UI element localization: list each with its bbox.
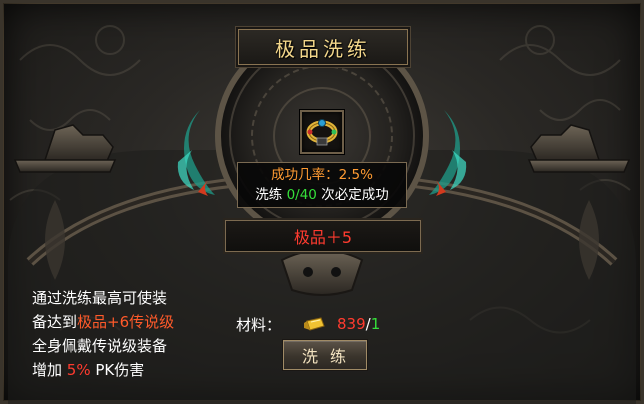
grade-text: 极品＋5 bbox=[293, 228, 353, 247]
wash-button-label: 洗练 bbox=[301, 347, 358, 366]
desc-line-4-prefix: 增加 bbox=[32, 361, 67, 379]
desc-line-2-prefix: 备达到 bbox=[32, 313, 78, 331]
success-rate-label: 成功几率： bbox=[271, 167, 339, 183]
desc-line-3: 全身佩戴传说级装备 bbox=[32, 337, 168, 355]
desc-line-2: 备达到极品+6传说级 bbox=[32, 310, 232, 334]
material-required: 1 bbox=[370, 315, 381, 333]
gold-bar-icon[interactable] bbox=[303, 315, 325, 333]
grade-display: 极品＋5 bbox=[225, 220, 421, 252]
desc-line-1: 通过洗练最高可使装 bbox=[32, 289, 168, 307]
success-rate-value: 2.5% bbox=[338, 167, 373, 183]
window-title: 极品洗练 bbox=[275, 36, 371, 61]
wash-label: 洗练 bbox=[255, 187, 287, 203]
material-cost: 材料： 839/1 bbox=[236, 313, 380, 335]
guarantee-line: 洗练 0/40 次必定成功 bbox=[238, 185, 406, 205]
material-owned: 839 bbox=[337, 315, 366, 333]
gold-bracelet-icon bbox=[306, 119, 338, 146]
wash-progress: 0/40 bbox=[286, 187, 317, 203]
material-label: 材料： bbox=[236, 315, 282, 334]
desc-line-4-suffix: PK伤害 bbox=[90, 361, 145, 379]
title-bar: 极品洗练 bbox=[238, 29, 408, 65]
desc-line-4: 增加 5% PK伤害 bbox=[32, 358, 232, 382]
desc-line-2-highlight: 极品+6传说级 bbox=[77, 313, 175, 331]
equipment-slot[interactable] bbox=[300, 110, 344, 154]
description-text: 通过洗练最高可使装 备达到极品+6传说级 全身佩戴传说级装备 增加 5% PK伤… bbox=[32, 286, 232, 382]
wash-button[interactable]: 洗练 bbox=[283, 340, 367, 370]
wash-suffix: 次必定成功 bbox=[316, 187, 389, 203]
success-rate-tooltip: 成功几率：2.5% 洗练 0/40 次必定成功 bbox=[237, 162, 407, 208]
desc-line-4-value: 5% bbox=[66, 361, 91, 379]
success-rate-line: 成功几率：2.5% bbox=[238, 165, 406, 185]
